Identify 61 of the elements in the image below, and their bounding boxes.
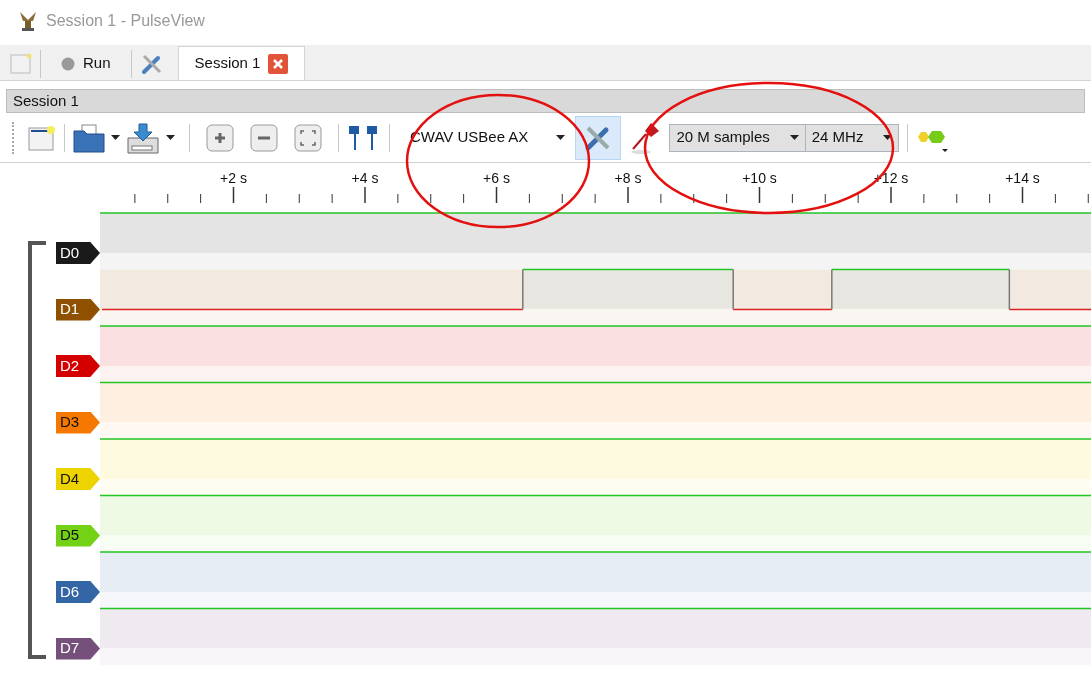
ruler-tick bbox=[298, 193, 300, 204]
ruler-tick bbox=[167, 193, 169, 204]
folder-icon[interactable] bbox=[73, 122, 105, 153]
ruler-tick bbox=[758, 186, 761, 204]
ruler-tick bbox=[561, 193, 563, 204]
tick-label: +10 s bbox=[742, 170, 777, 186]
tick-label: +4 s bbox=[351, 170, 379, 186]
ruler-tick bbox=[594, 193, 596, 204]
ruler-tick bbox=[331, 193, 333, 204]
ruler-tick bbox=[857, 193, 859, 204]
device-config-button[interactable] bbox=[575, 115, 622, 160]
ruler-tick bbox=[726, 193, 728, 204]
channel-label[interactable]: D6 bbox=[56, 581, 100, 603]
ruler-tick bbox=[528, 193, 530, 204]
ruler-tick bbox=[989, 193, 991, 204]
tick-label: +6 s bbox=[483, 170, 510, 186]
ruler-tick bbox=[1021, 186, 1024, 204]
session-tab[interactable]: Session 1 bbox=[177, 46, 306, 80]
ruler-tick bbox=[1087, 193, 1089, 204]
ruler-tick bbox=[956, 193, 958, 204]
channel-label[interactable]: D5 bbox=[56, 524, 100, 547]
ruler-tick bbox=[265, 193, 267, 204]
run-status-icon bbox=[61, 56, 75, 71]
dropdown-caret-icon bbox=[166, 135, 175, 140]
channel-label[interactable]: D2 bbox=[56, 355, 100, 377]
caret-icon bbox=[556, 135, 566, 140]
close-icon[interactable] bbox=[268, 53, 289, 74]
ruler-tick bbox=[397, 193, 399, 204]
channel-label[interactable]: D4 bbox=[56, 468, 100, 490]
window-title: Session 1 - PulseView bbox=[46, 11, 205, 31]
app-logo-icon bbox=[18, 10, 38, 32]
zoom-out-icon[interactable] bbox=[250, 123, 278, 152]
ruler-tick bbox=[693, 193, 695, 204]
zoom-fit-icon[interactable] bbox=[294, 123, 322, 152]
ruler-tick bbox=[824, 193, 826, 204]
ruler-tick bbox=[923, 193, 925, 204]
session-header-bar: Session 1 bbox=[6, 89, 1085, 113]
channel-label[interactable]: D1 bbox=[56, 298, 100, 321]
channel-label[interactable]: D3 bbox=[56, 411, 100, 434]
dropdown-caret-icon bbox=[111, 135, 120, 140]
save-icon[interactable] bbox=[126, 121, 160, 154]
ruler-tick bbox=[627, 186, 629, 204]
ruler-tick bbox=[890, 186, 892, 204]
channel-label[interactable]: D0 bbox=[56, 242, 100, 264]
ruler-tick bbox=[364, 186, 366, 204]
ruler-tick bbox=[495, 186, 498, 204]
ruler-tick bbox=[791, 193, 793, 204]
run-button[interactable]: Run bbox=[49, 49, 123, 78]
ruler-tick bbox=[1054, 193, 1056, 204]
ruler-tick bbox=[134, 193, 136, 204]
channel-label[interactable]: D7 bbox=[56, 637, 100, 660]
ruler-tick bbox=[200, 193, 202, 204]
ruler-tick bbox=[232, 186, 235, 204]
ruler-tick bbox=[463, 193, 465, 204]
ruler-tick bbox=[430, 193, 432, 204]
tick-label: +8 s bbox=[614, 170, 642, 186]
tick-label: +2 s bbox=[220, 170, 247, 186]
new-view-icon[interactable] bbox=[28, 124, 56, 151]
zoom-in-icon[interactable] bbox=[206, 123, 234, 152]
tick-label: +14 s bbox=[1005, 170, 1040, 186]
ruler-tick bbox=[660, 193, 662, 204]
